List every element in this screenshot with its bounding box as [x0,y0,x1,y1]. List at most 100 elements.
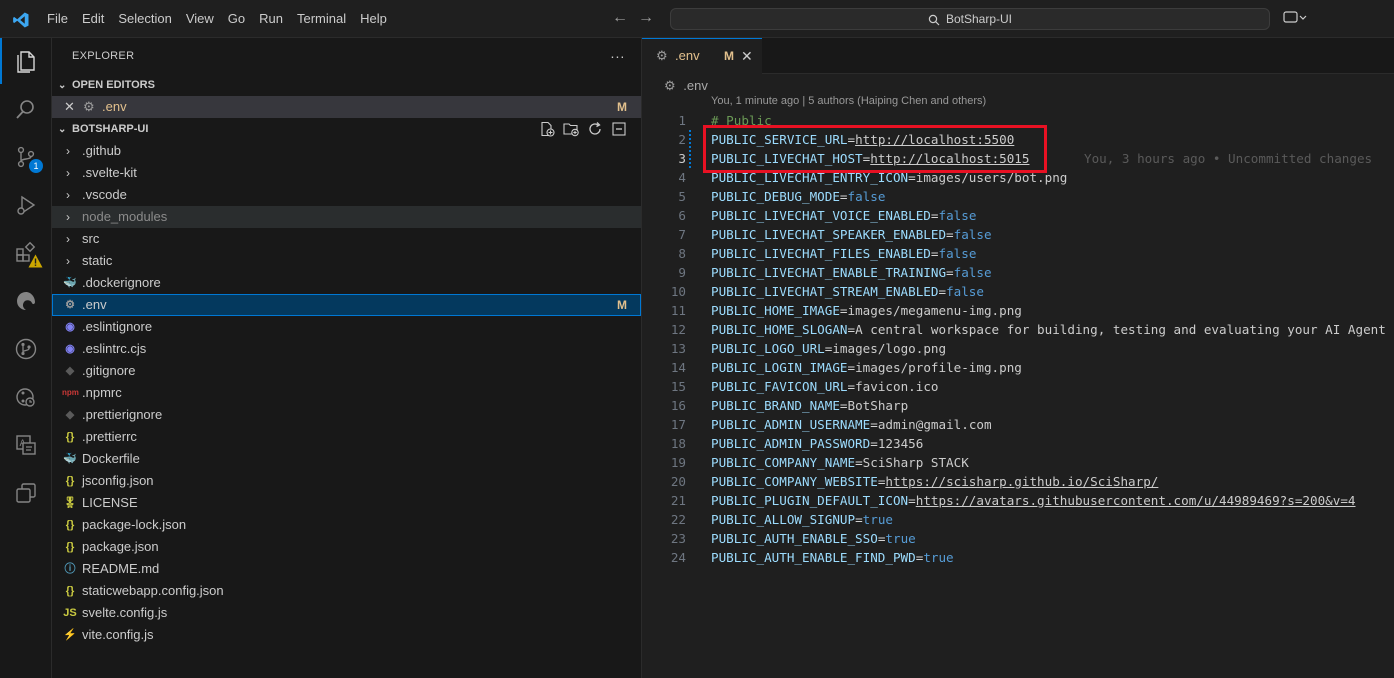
open-editor-item[interactable]: ✕ ⚙ .env M [52,96,641,118]
file-item[interactable]: 🎖 LICENSE [52,492,641,514]
folder-item[interactable]: › .github [52,140,641,162]
activity-bar: 1 A [0,38,52,678]
copy-windows-activity-icon[interactable] [0,470,52,516]
line-number: 12 [670,322,686,337]
gear-icon: ⚙ [656,48,668,63]
code-text: PUBLIC_LIVECHAT_SPEAKER_ENABLED=false [711,225,992,244]
file-item[interactable]: ◉ .eslintignore [52,316,641,338]
file-item[interactable]: npm .npmrc [52,382,641,404]
folder-item[interactable]: › node_modules [52,206,641,228]
menu-edit[interactable]: Edit [75,0,111,38]
forward-arrow-icon[interactable]: → [638,9,654,27]
file-item[interactable]: {} jsconfig.json [52,470,641,492]
equals-sign: = [946,265,954,280]
equals-sign: = [946,227,954,242]
chevron-down-icon: ⌄ [58,80,67,91]
env-key: PUBLIC_COMPANY_NAME [711,455,856,470]
file-item[interactable]: 🐳 .dockerignore [52,272,641,294]
code-editor[interactable]: 1 # Public 2 PUBLIC_SERVICE_URL=http://loca… [642,111,1394,567]
line-number: 6 [678,208,686,223]
line-number: 8 [678,246,686,261]
eslint-icon: ◉ [65,343,75,355]
extensions-activity-icon[interactable] [0,230,52,276]
code-text: PUBLIC_FAVICON_URL=favicon.ico [711,377,938,396]
folder-item[interactable]: › .svelte-kit [52,162,641,184]
env-value[interactable]: https://avatars.githubusercontent.com/u/… [916,493,1356,508]
open-editors-section[interactable]: ⌄ OPEN EDITORS [52,74,641,96]
code-line: 6 PUBLIC_LIVECHAT_VOICE_ENABLED=false [642,206,1394,225]
explorer-sidebar: EXPLORER ··· ⌄ OPEN EDITORS ✕ ⚙ .env M ⌄ B… [52,38,642,678]
file-item[interactable]: 🐳 Dockerfile [52,448,641,470]
collapse-all-icon[interactable] [611,121,627,137]
copilot-menu-icon[interactable] [1283,10,1307,26]
env-value: 123456 [877,436,924,451]
file-item[interactable]: {} package-lock.json [52,514,641,536]
tree-item-label: .github [82,143,122,158]
file-item[interactable]: ◉ .eslintrc.cjs [52,338,641,360]
line-number: 11 [670,303,686,318]
env-value[interactable]: https://scisharp.github.io/SciSharp/ [885,474,1158,489]
code-text: PUBLIC_BRAND_NAME=BotSharp [711,396,908,415]
command-center-search[interactable]: BotSharp-UI [670,8,1270,30]
source-control-activity-icon[interactable]: 1 [0,134,52,180]
close-icon[interactable]: ✕ [64,96,75,118]
search-activity-icon[interactable] [0,86,52,132]
tree-item-label: .env [82,297,107,312]
file-item[interactable]: JS svelte.config.js [52,602,641,624]
equals-sign: = [908,493,916,508]
env-value: false [847,189,886,204]
open-editor-label: .env [102,99,127,114]
folder-item[interactable]: › .vscode [52,184,641,206]
tree-item-label: Dockerfile [82,451,140,466]
project-label: BOTSHARP-UI [72,123,149,135]
license-icon: 🎖 [63,497,77,509]
file-item[interactable]: {} package.json [52,536,641,558]
menu-go[interactable]: Go [221,0,252,38]
file-item[interactable]: ⚡ vite.config.js [52,624,641,646]
eslint-icon: ◉ [65,321,75,333]
code-line: 16 PUBLIC_BRAND_NAME=BotSharp [642,396,1394,415]
folder-item[interactable]: › static [52,250,641,272]
run-debug-activity-icon[interactable] [0,182,52,228]
menu-run[interactable]: Run [252,0,290,38]
file-item[interactable]: {} .prettierrc [52,426,641,448]
line-number: 13 [670,341,686,356]
file-item[interactable]: ⚙ .env M [52,294,641,316]
file-item[interactable]: ⓘ README.md [52,558,641,580]
code-line: 21 PUBLIC_PLUGIN_DEFAULT_ICON=https://ava… [642,491,1394,510]
line-number: 3 [678,151,686,166]
menu-help[interactable]: Help [353,0,394,38]
json-icon: {} [65,519,75,531]
more-actions-button[interactable]: ··· [610,38,625,74]
new-folder-icon[interactable] [563,121,579,137]
explorer-activity-icon[interactable] [0,38,52,84]
file-item[interactable]: ◆ .prettierignore [52,404,641,426]
menu-file[interactable]: File [40,0,75,38]
edge-devtools-activity-icon[interactable] [0,278,52,324]
file-item[interactable]: {} staticwebapp.config.json [52,580,641,602]
file-item[interactable]: ◆ .gitignore [52,360,641,382]
refresh-icon[interactable] [587,121,603,137]
git-graph-activity-icon[interactable] [0,326,52,372]
menu-selection[interactable]: Selection [111,0,178,38]
translate-activity-icon[interactable]: A [0,422,52,468]
new-file-icon[interactable] [539,121,555,137]
folder-item[interactable]: › src [52,228,641,250]
tab-close-button[interactable]: ✕ [741,39,753,73]
back-arrow-icon[interactable]: ← [612,9,628,27]
remote-explorer-activity-icon[interactable] [0,374,52,420]
env-value: true [885,531,916,546]
codelens-authors[interactable]: You, 1 minute ago | 5 authors (Haiping C… [711,95,986,107]
equals-sign: = [938,284,947,299]
tab-env[interactable]: ⚙ .env M ✕ [642,38,762,74]
menu-terminal[interactable]: Terminal [290,0,353,38]
menu-bar: File Edit Selection View Go Run Terminal Help [40,0,394,38]
tree-item-label: .gitignore [82,363,136,378]
project-section[interactable]: ⌄ BOTSHARP-UI [52,118,641,140]
code-line: 23 PUBLIC_AUTH_ENABLE_SSO=true [642,529,1394,548]
line-number: 19 [670,455,686,470]
code-line: 9 PUBLIC_LIVECHAT_ENABLE_TRAINING=false [642,263,1394,282]
js-icon: JS [63,607,77,619]
menu-view[interactable]: View [179,0,221,38]
json-icon: {} [65,585,75,597]
